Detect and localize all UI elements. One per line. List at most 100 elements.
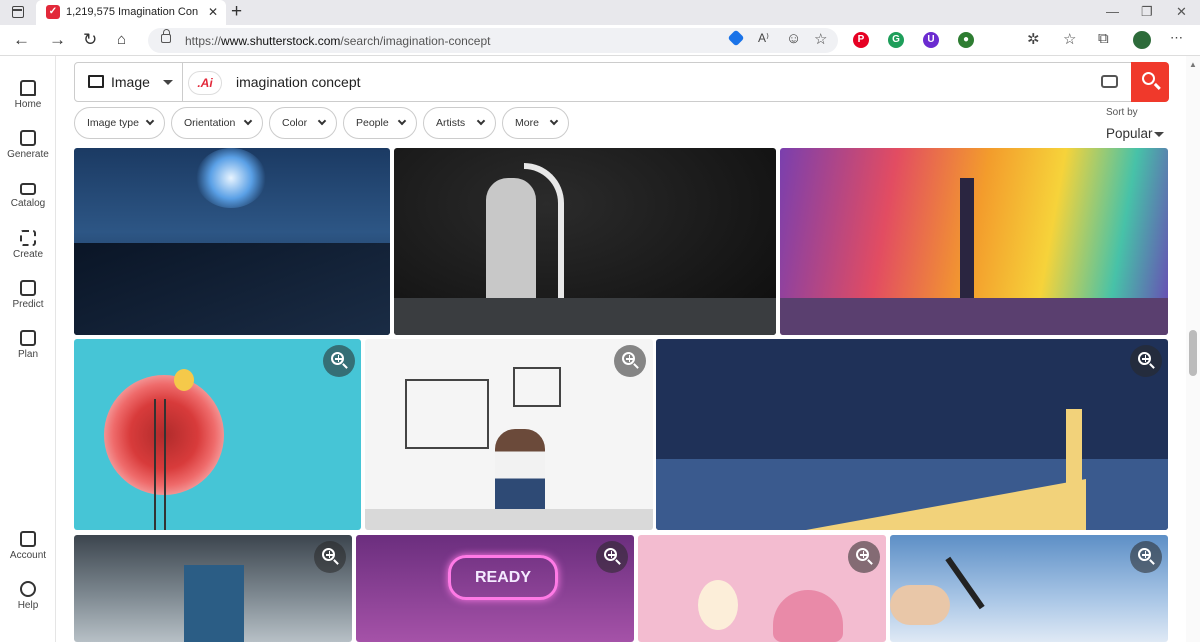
browser-tab[interactable]: ✓ 1,219,575 Imagination Concept Imag ✕ [36,0,226,25]
image-type-select[interactable]: Image [75,63,183,101]
filter-people[interactable]: People [343,107,417,139]
search-bar: Image .Ai imagination concept [74,62,1169,102]
restore-icon[interactable]: ❐ [1141,4,1153,20]
zoom-button[interactable] [1130,345,1162,377]
image-result-tile[interactable] [890,535,1168,642]
image-result-tile[interactable] [780,148,1168,335]
zoom-button[interactable] [596,541,628,573]
zoom-plus [862,551,865,559]
image-result-tile[interactable] [74,535,352,642]
more-menu-icon[interactable]: ⋯ [1170,30,1183,46]
sidebar-item-label: Plan [17,349,38,360]
zoom-button[interactable] [614,345,646,377]
zoom-button[interactable] [848,541,880,573]
filter-artists[interactable]: Artists [423,107,496,139]
filter-image-type[interactable]: Image type [74,107,165,139]
filter-orientation[interactable]: Orientation [171,107,263,139]
sidebar-item-account[interactable]: Account [0,531,56,561]
ground [394,298,776,335]
image-type-label: Image [111,74,150,90]
sidebar-item-generate[interactable]: Generate [0,130,56,160]
home-icon[interactable]: ⌂ [117,30,126,50]
collections-icon[interactable]: ⧉ [1098,30,1109,47]
image-result-tile[interactable] [74,339,361,530]
zoom-button[interactable] [323,345,355,377]
chevron-down-icon [145,116,155,126]
camera-search-icon[interactable] [1101,75,1118,88]
filter-color[interactable]: Color [269,107,337,139]
account-icon [20,531,36,547]
stylus [945,556,985,610]
forward-icon[interactable]: → [49,30,66,50]
zoom-plus [328,551,331,559]
tag-icon[interactable] [727,29,745,47]
filter-label: People [356,117,389,129]
purple-extension-icon[interactable]: U [923,32,939,48]
chevron-down-icon [317,116,327,126]
favorites-icon[interactable]: ☆ [1063,30,1076,48]
sidebar-item-home[interactable]: Home [0,80,56,110]
url-bar[interactable]: https://www.shutterstock.com/search/imag… [148,28,838,53]
lightbulb [174,369,194,391]
search-icon [1142,72,1155,85]
vr-headset-ready: READY [448,555,558,600]
sidebar-item-label: Account [9,550,47,561]
sidebar-item-create[interactable]: Create [0,230,56,260]
close-window-icon[interactable]: ✕ [1176,4,1187,20]
image-result-tile[interactable] [638,535,886,642]
sidebar-item-catalog[interactable]: Catalog [0,180,56,209]
profile-avatar[interactable] [1133,31,1151,49]
search-button[interactable] [1131,62,1169,102]
tracking-prevention-icon[interactable]: ☺ [786,30,801,47]
image-result-tile[interactable] [365,339,653,530]
chevron-down-icon[interactable] [1154,132,1164,137]
chevron-down-icon [163,80,173,85]
pinterest-extension-icon[interactable]: P [853,32,869,48]
browser-title-bar: ✓ 1,219,575 Imagination Concept Imag ✕ +… [0,0,1200,25]
zoom-button[interactable] [314,541,346,573]
lock-icon[interactable] [161,29,171,43]
image-result-tile[interactable] [74,148,390,335]
refresh-icon[interactable]: ↻ [83,30,97,50]
minimize-icon[interactable]: — [1106,4,1119,19]
chevron-down-icon [476,116,486,126]
filter-more[interactable]: More [502,107,569,139]
sidebar-item-plan[interactable]: Plan [0,330,56,360]
scroll-up-icon[interactable]: ▲ [1189,60,1197,69]
filter-label: Orientation [184,117,236,129]
sidebar-item-help[interactable]: Help [0,581,56,611]
globe-extension-icon[interactable]: ● [958,32,974,48]
extensions-icon[interactable]: ✲ [1027,30,1040,48]
sidebar-item-predict[interactable]: Predict [0,280,56,310]
search-input[interactable]: imagination concept [236,74,361,90]
filter-label: Artists [436,117,466,129]
zoom-plus [1144,355,1147,363]
shutterstock-favicon-icon: ✓ [46,5,60,19]
zoom-button[interactable] [1130,541,1162,573]
add-favorite-icon[interactable]: ☆ [814,30,827,48]
sidebar-item-label: Create [12,249,43,260]
zoom-plus [1144,551,1147,559]
ai-search-icon[interactable]: .Ai [188,71,222,95]
sort-value: Popular [1106,126,1153,141]
scrollbar-thumb[interactable] [1189,330,1197,376]
create-icon [20,230,36,246]
sketch-window [405,379,489,449]
image-result-tile[interactable] [394,148,776,335]
sort-by-label: Sort by [1106,107,1138,118]
grammar-extension-icon[interactable]: G [888,32,904,48]
new-tab-button[interactable]: + [231,1,242,23]
ladder [154,399,166,530]
back-icon[interactable]: ← [13,30,30,50]
tab-close-icon[interactable]: ✕ [208,5,218,19]
filter-label: Color [282,117,308,129]
sort-select[interactable]: Popular [1106,126,1153,141]
image-result-tile[interactable] [656,339,1168,530]
read-aloud-icon[interactable]: A⁾ [758,31,769,45]
zoom-plus [337,355,340,363]
image-result-tile[interactable]: READY [356,535,634,642]
catalog-icon [20,183,36,195]
filter-label: More [515,117,539,129]
brain [773,590,843,642]
tab-actions-icon[interactable] [12,6,24,18]
